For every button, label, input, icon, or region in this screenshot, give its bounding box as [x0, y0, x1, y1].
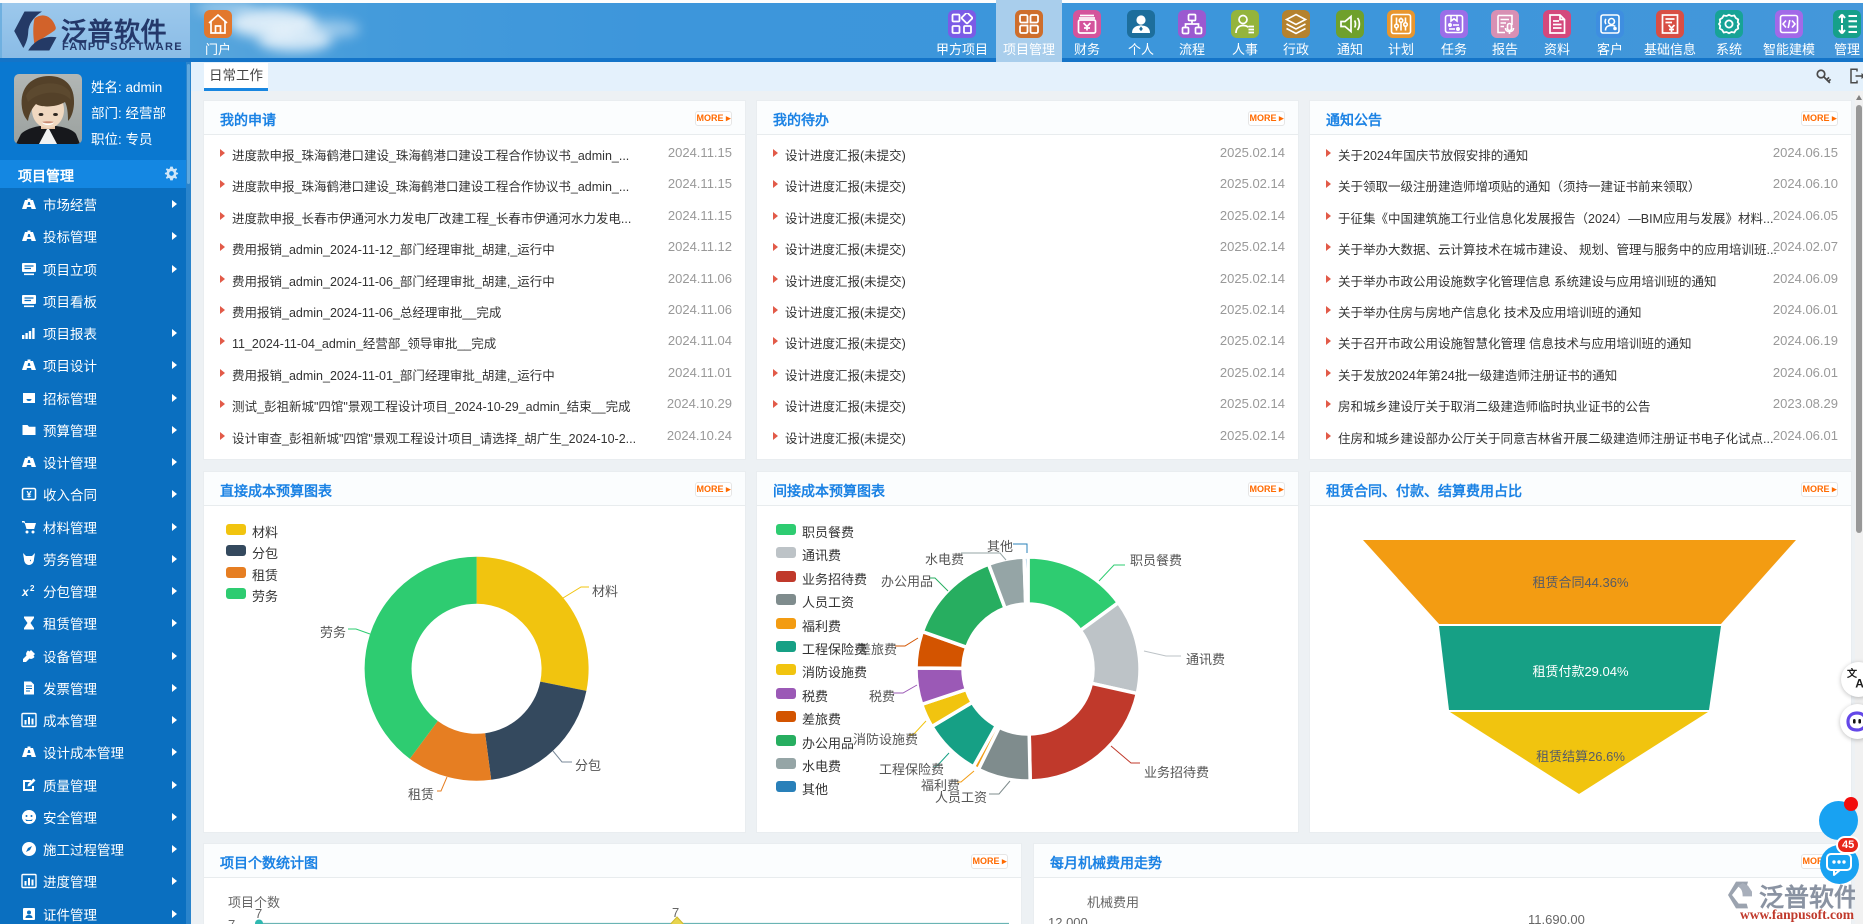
svg-text:x: x	[21, 585, 30, 599]
svg-text:2: 2	[30, 584, 35, 593]
svg-text:¥: ¥	[26, 490, 31, 500]
svg-text:A: A	[1855, 676, 1863, 690]
